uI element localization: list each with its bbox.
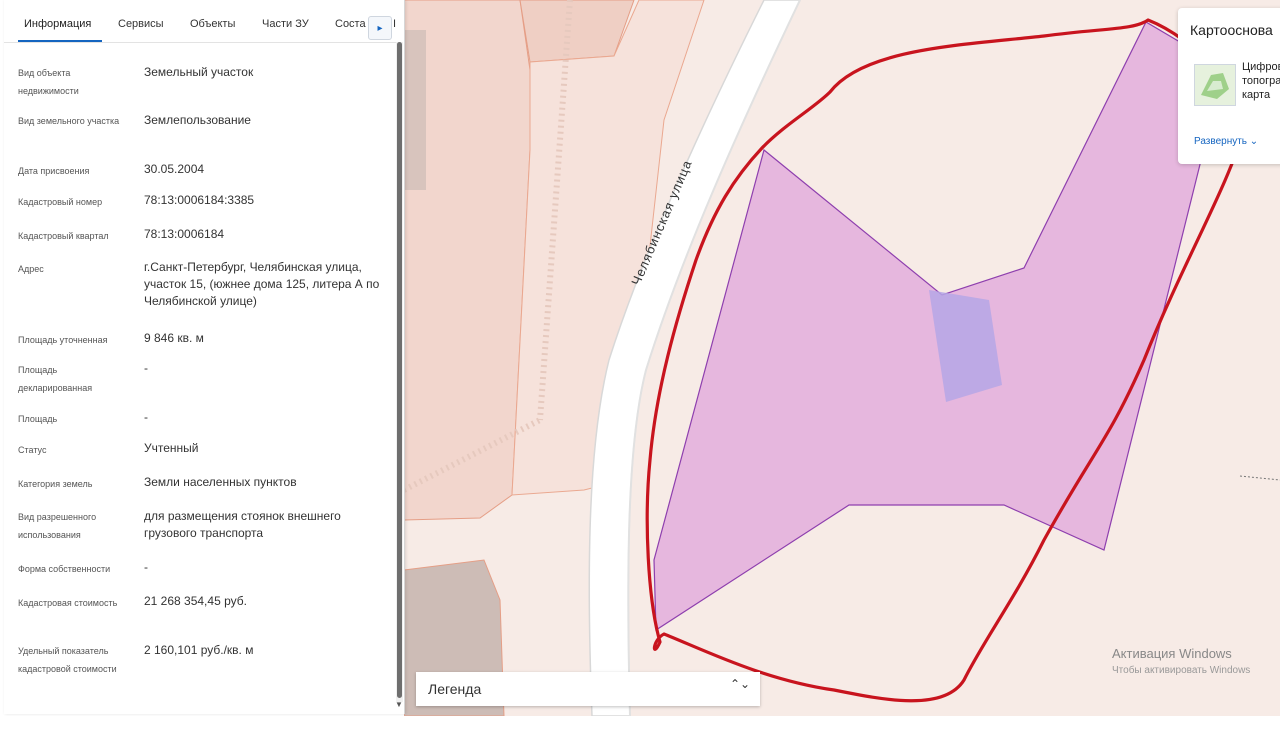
building-footprint-west: [404, 30, 426, 190]
label-permitted-use: Вид разрешенного использования: [18, 512, 97, 540]
value-area-declared: -: [144, 361, 148, 375]
label-assignment-date: Дата присвоения: [18, 166, 90, 176]
tab-overflow-fragment: I: [393, 18, 397, 30]
info-panel: Информация Сервисы Объекты Части ЗУ Сост…: [4, 0, 405, 714]
value-area-specified: 9 846 кв. м: [144, 331, 204, 345]
map-graphics: [404, 0, 1280, 716]
value-area: -: [144, 410, 148, 424]
map-canvas[interactable]: [404, 0, 1280, 716]
windows-activation-title: Активация Windows: [1112, 646, 1232, 661]
value-land-category: Земли населенных пунктов: [144, 475, 297, 489]
value-assignment-date: 30.05.2004: [144, 162, 205, 176]
label-specific-cadastral-value: Удельный показатель кадастровой стоимост…: [18, 646, 117, 674]
legend-label: Легенда: [428, 681, 482, 697]
label-area: Площадь: [18, 414, 58, 424]
value-ownership-form: -: [144, 560, 148, 574]
value-parcel-type: Землепользование: [144, 113, 251, 127]
value-permitted-use: для размещения стоянок внешнего грузовог…: [144, 509, 341, 540]
tab-services[interactable]: Сервисы: [118, 18, 164, 30]
chevron-updown-icon: ⌃⌄: [730, 677, 751, 691]
basemap-expand-link[interactable]: Развернуть ⌄: [1194, 136, 1258, 147]
value-cadastral-value: 21 268 354,45 руб.: [144, 594, 247, 608]
basemap-title: Картооснова: [1190, 22, 1273, 38]
label-land-category: Категория земель: [18, 479, 93, 489]
legend-dropdown[interactable]: Легенда ⌃⌄: [416, 672, 760, 706]
label-area-declared: Площадь декларированная: [18, 365, 93, 393]
label-parcel-type: Вид земельного участка: [18, 116, 120, 126]
value-address: г.Санкт-Петербург, Челябинская улица, уч…: [144, 260, 380, 308]
label-object-type: Вид объекта недвижимости: [18, 68, 79, 96]
label-status: Статус: [18, 445, 47, 455]
value-object-type: Земельный участок: [144, 65, 254, 79]
label-cadastral-number: Кадастровый номер: [18, 197, 103, 207]
active-tab-indicator: [18, 40, 102, 42]
value-cadastral-quarter: 78:13:0006184: [144, 227, 225, 241]
dashed-measure-line: [1239, 475, 1280, 481]
value-status: Учтенный: [144, 441, 199, 455]
basemap-thumbnail[interactable]: [1194, 64, 1236, 106]
map-thumbnail-icon: [1201, 73, 1229, 99]
tabs-scroll-right-button[interactable]: ▸: [368, 16, 392, 40]
value-specific-cadastral-value: 2 160,101 руб./кв. м: [144, 643, 254, 657]
label-area-specified: Площадь уточненная: [18, 335, 108, 345]
basemap-option-label[interactable]: Цифровая топографическая карта: [1242, 60, 1280, 102]
value-cadastral-number: 78:13:0006184:3385: [144, 193, 255, 207]
basemap-card: Картооснова Цифровая топографическая кар…: [1178, 8, 1280, 164]
label-address: Адрес: [18, 264, 44, 274]
label-cadastral-quarter: Кадастровый квартал: [18, 231, 109, 241]
scroll-down-arrow-icon[interactable]: ▼: [395, 700, 403, 709]
tab-composition[interactable]: Соста: [335, 18, 366, 30]
window-bottom-strip: [0, 716, 1280, 730]
panel-scrollbar-thumb[interactable]: [397, 42, 402, 698]
tab-land-parts[interactable]: Части ЗУ: [262, 18, 309, 30]
windows-activation-subtitle: Чтобы активировать Windows: [1112, 665, 1251, 676]
label-cadastral-value: Кадастровая стоимость: [18, 598, 118, 608]
tab-information[interactable]: Информация: [24, 18, 91, 30]
tab-bar: Информация Сервисы Объекты Части ЗУ Сост…: [4, 0, 396, 43]
tab-objects[interactable]: Объекты: [190, 18, 235, 30]
chevron-right-icon: ▸: [377, 22, 383, 34]
label-ownership-form: Форма собственности: [18, 564, 111, 574]
